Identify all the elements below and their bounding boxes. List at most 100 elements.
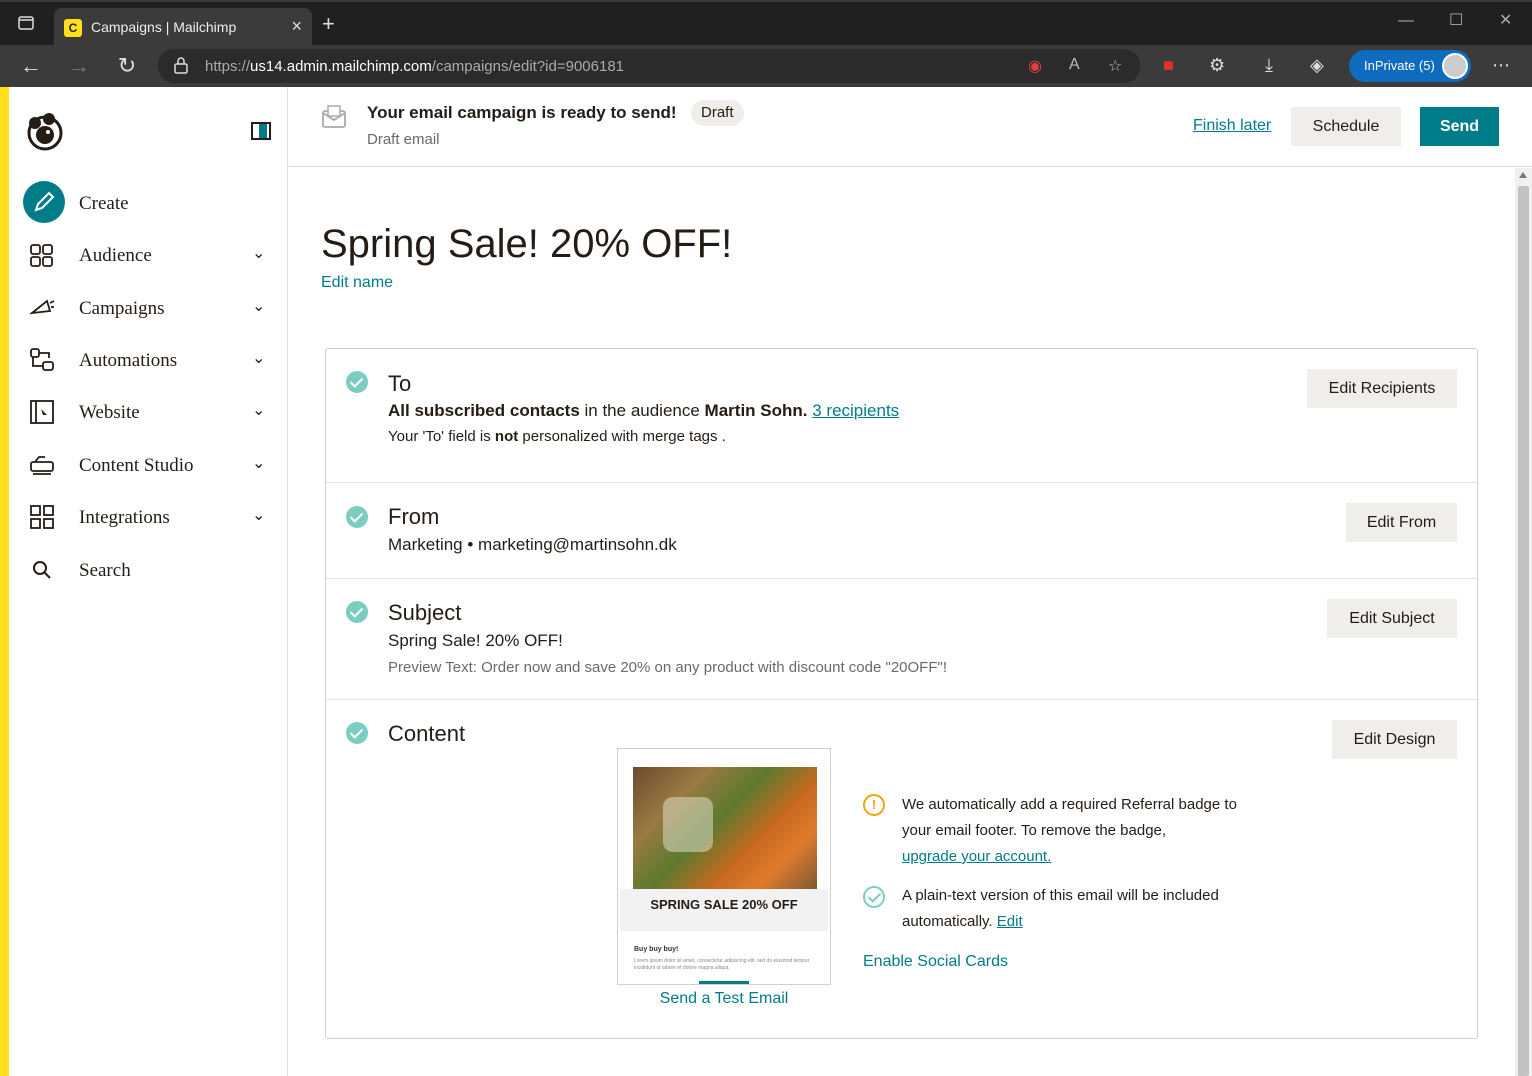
preview-body-title: Buy buy buy! (634, 946, 679, 953)
url-text: https://us14.admin.mailchimp.com/campaig… (205, 58, 625, 75)
check-circle-icon (346, 371, 368, 393)
sidebar-item-search[interactable]: Search (9, 545, 288, 593)
plaintext-edit-link[interactable]: Edit (997, 913, 1023, 930)
plaintext-notice: A plain-text version of this email will … (902, 887, 1219, 930)
edit-from-button[interactable]: Edit From (1346, 503, 1457, 542)
more-menu-icon[interactable]: ⋯ (1492, 55, 1510, 76)
mailchimp-favicon-icon: C (64, 19, 82, 37)
to-section: To All subscribed contacts in the audien… (326, 349, 1477, 483)
from-title: From (388, 504, 440, 529)
check-circle-icon (346, 506, 368, 528)
edit-design-button[interactable]: Edit Design (1332, 720, 1457, 759)
window-close-icon[interactable]: ✕ (1499, 10, 1512, 30)
campaign-header: Your email campaign is ready to send! Dr… (289, 87, 1532, 167)
sidebar-item-website[interactable]: Website ⌄ (9, 387, 288, 435)
brand-edge (0, 87, 9, 1076)
sidebar-item-label: Content Studio (79, 455, 194, 476)
chevron-down-icon: ⌄ (252, 245, 266, 262)
send-test-email-link[interactable]: Send a Test Email (617, 990, 831, 1008)
recipients-link[interactable]: 3 recipients (812, 401, 899, 420)
page-scrollbar[interactable] (1515, 168, 1532, 1076)
lock-icon (174, 57, 188, 74)
new-tab-icon[interactable]: + (322, 13, 335, 35)
from-section: From Marketing • marketing@martinsohn.dk… (326, 483, 1477, 579)
tab-actions-icon[interactable] (15, 14, 37, 36)
browser-tab[interactable]: C Campaigns | Mailchimp × (54, 8, 312, 47)
chevron-down-icon: ⌄ (252, 402, 266, 419)
from-value: Marketing • marketing@martinsohn.dk (388, 535, 677, 554)
main-content: Spring Sale! 20% OFF! Edit name To All s… (289, 168, 1515, 1076)
reload-icon[interactable]: ↻ (115, 54, 139, 78)
megaphone-icon (29, 299, 55, 315)
inprivate-button[interactable]: InPrivate (5) (1349, 50, 1471, 82)
check-circle-icon (346, 601, 368, 623)
scrollbar-thumb[interactable] (1518, 186, 1529, 1076)
integrations-icon (30, 505, 54, 529)
downloads-icon[interactable]: ⤓ (1265, 55, 1273, 76)
page-title: Your email campaign is ready to send! (367, 103, 677, 122)
edit-subject-button[interactable]: Edit Subject (1327, 599, 1457, 638)
edit-name-link[interactable]: Edit name (321, 274, 393, 292)
send-button[interactable]: Send (1420, 107, 1499, 146)
read-aloud-icon[interactable]: A (1069, 56, 1080, 74)
sidebar-item-create[interactable]: Create (9, 178, 288, 226)
ublock-extension-icon[interactable]: ■ (1163, 55, 1174, 76)
collections-icon[interactable]: ◈ (1310, 55, 1324, 76)
sidebar-item-campaigns[interactable]: Campaigns ⌄ (9, 283, 288, 331)
upgrade-account-link[interactable]: upgrade your account. (902, 844, 1237, 870)
to-note: Your 'To' field is not personalized with… (388, 428, 726, 445)
preview-scroll-indicator (699, 981, 749, 984)
preview-body-text: Lorem ipsum dolor sit amet, consectetur … (634, 958, 810, 971)
sidebar-item-label: Integrations (79, 507, 170, 528)
enable-social-cards-link[interactable]: Enable Social Cards (863, 949, 1008, 975)
audience-icon (30, 244, 53, 267)
mailchimp-logo-icon[interactable] (23, 109, 67, 153)
referral-notice: We automatically add a required Referral… (902, 792, 1237, 870)
status-badge: Draft (691, 100, 744, 126)
search-icon (33, 561, 51, 579)
maximize-icon[interactable]: ☐ (1449, 10, 1463, 30)
browser-toolbar: ← → ↻ https://us14.admin.mailchimp.com/c… (0, 45, 1532, 87)
sidebar-item-integrations[interactable]: Integrations ⌄ (9, 492, 288, 540)
sidebar-item-audience[interactable]: Audience ⌄ (9, 230, 288, 278)
sidebar-item-label: Automations (79, 350, 178, 371)
minimize-icon[interactable]: — (1398, 12, 1414, 30)
check-circle-icon (346, 722, 368, 744)
inprivate-label: InPrivate (5) (1364, 58, 1435, 73)
chevron-down-icon: ⌄ (252, 298, 266, 315)
finish-later-link[interactable]: Finish later (1193, 117, 1271, 135)
forward-icon[interactable]: → (67, 54, 91, 78)
chevron-down-icon: ⌄ (252, 350, 266, 367)
content-studio-icon (30, 456, 54, 475)
preview-text: Preview Text: Order now and save 20% on … (388, 659, 947, 676)
preview-heading: SPRING SALE 20% OFF (650, 897, 798, 912)
sidebar-item-label: Create (79, 193, 129, 214)
sidebar-item-content-studio[interactable]: Content Studio ⌄ (9, 440, 288, 488)
sidebar-item-label: Website (79, 402, 140, 423)
favorite-icon[interactable]: ☆ (1108, 56, 1122, 76)
profile-avatar (1442, 53, 1468, 79)
tab-close-icon[interactable]: × (291, 16, 302, 37)
automations-icon (30, 348, 54, 371)
address-bar[interactable]: https://us14.admin.mailchimp.com/campaig… (158, 49, 1140, 83)
edit-recipients-button[interactable]: Edit Recipients (1307, 369, 1457, 408)
content-title: Content (388, 721, 466, 746)
sidebar: Create Audience ⌄ Campaigns ⌄ Automation… (9, 87, 288, 1076)
to-summary: All subscribed contacts in the audience … (388, 401, 900, 420)
check-circle-outline-icon (863, 886, 885, 908)
sidebar-item-automations[interactable]: Automations ⌄ (9, 335, 288, 383)
warning-icon: ! (863, 794, 885, 816)
collapse-sidebar-icon[interactable] (251, 122, 271, 140)
page-subtitle: Draft email (367, 131, 440, 148)
back-icon[interactable]: ← (19, 54, 43, 78)
chevron-down-icon: ⌄ (252, 507, 266, 524)
scroll-up-icon[interactable] (1519, 172, 1527, 178)
extensions-icon[interactable]: ⚙ (1209, 55, 1225, 76)
email-preview-thumbnail[interactable]: SPRING SALE 20% OFF Buy buy buy! Lorem i… (617, 748, 831, 985)
browser-tab-bar: C Campaigns | Mailchimp × + — ☐ ✕ (0, 0, 1532, 47)
subject-section: Subject Spring Sale! 20% OFF! Preview Te… (326, 579, 1477, 700)
vegetables-image (633, 767, 817, 889)
subject-value: Spring Sale! 20% OFF! (388, 631, 563, 650)
tracking-icon[interactable]: ◉ (1028, 56, 1042, 76)
schedule-button[interactable]: Schedule (1291, 107, 1401, 146)
